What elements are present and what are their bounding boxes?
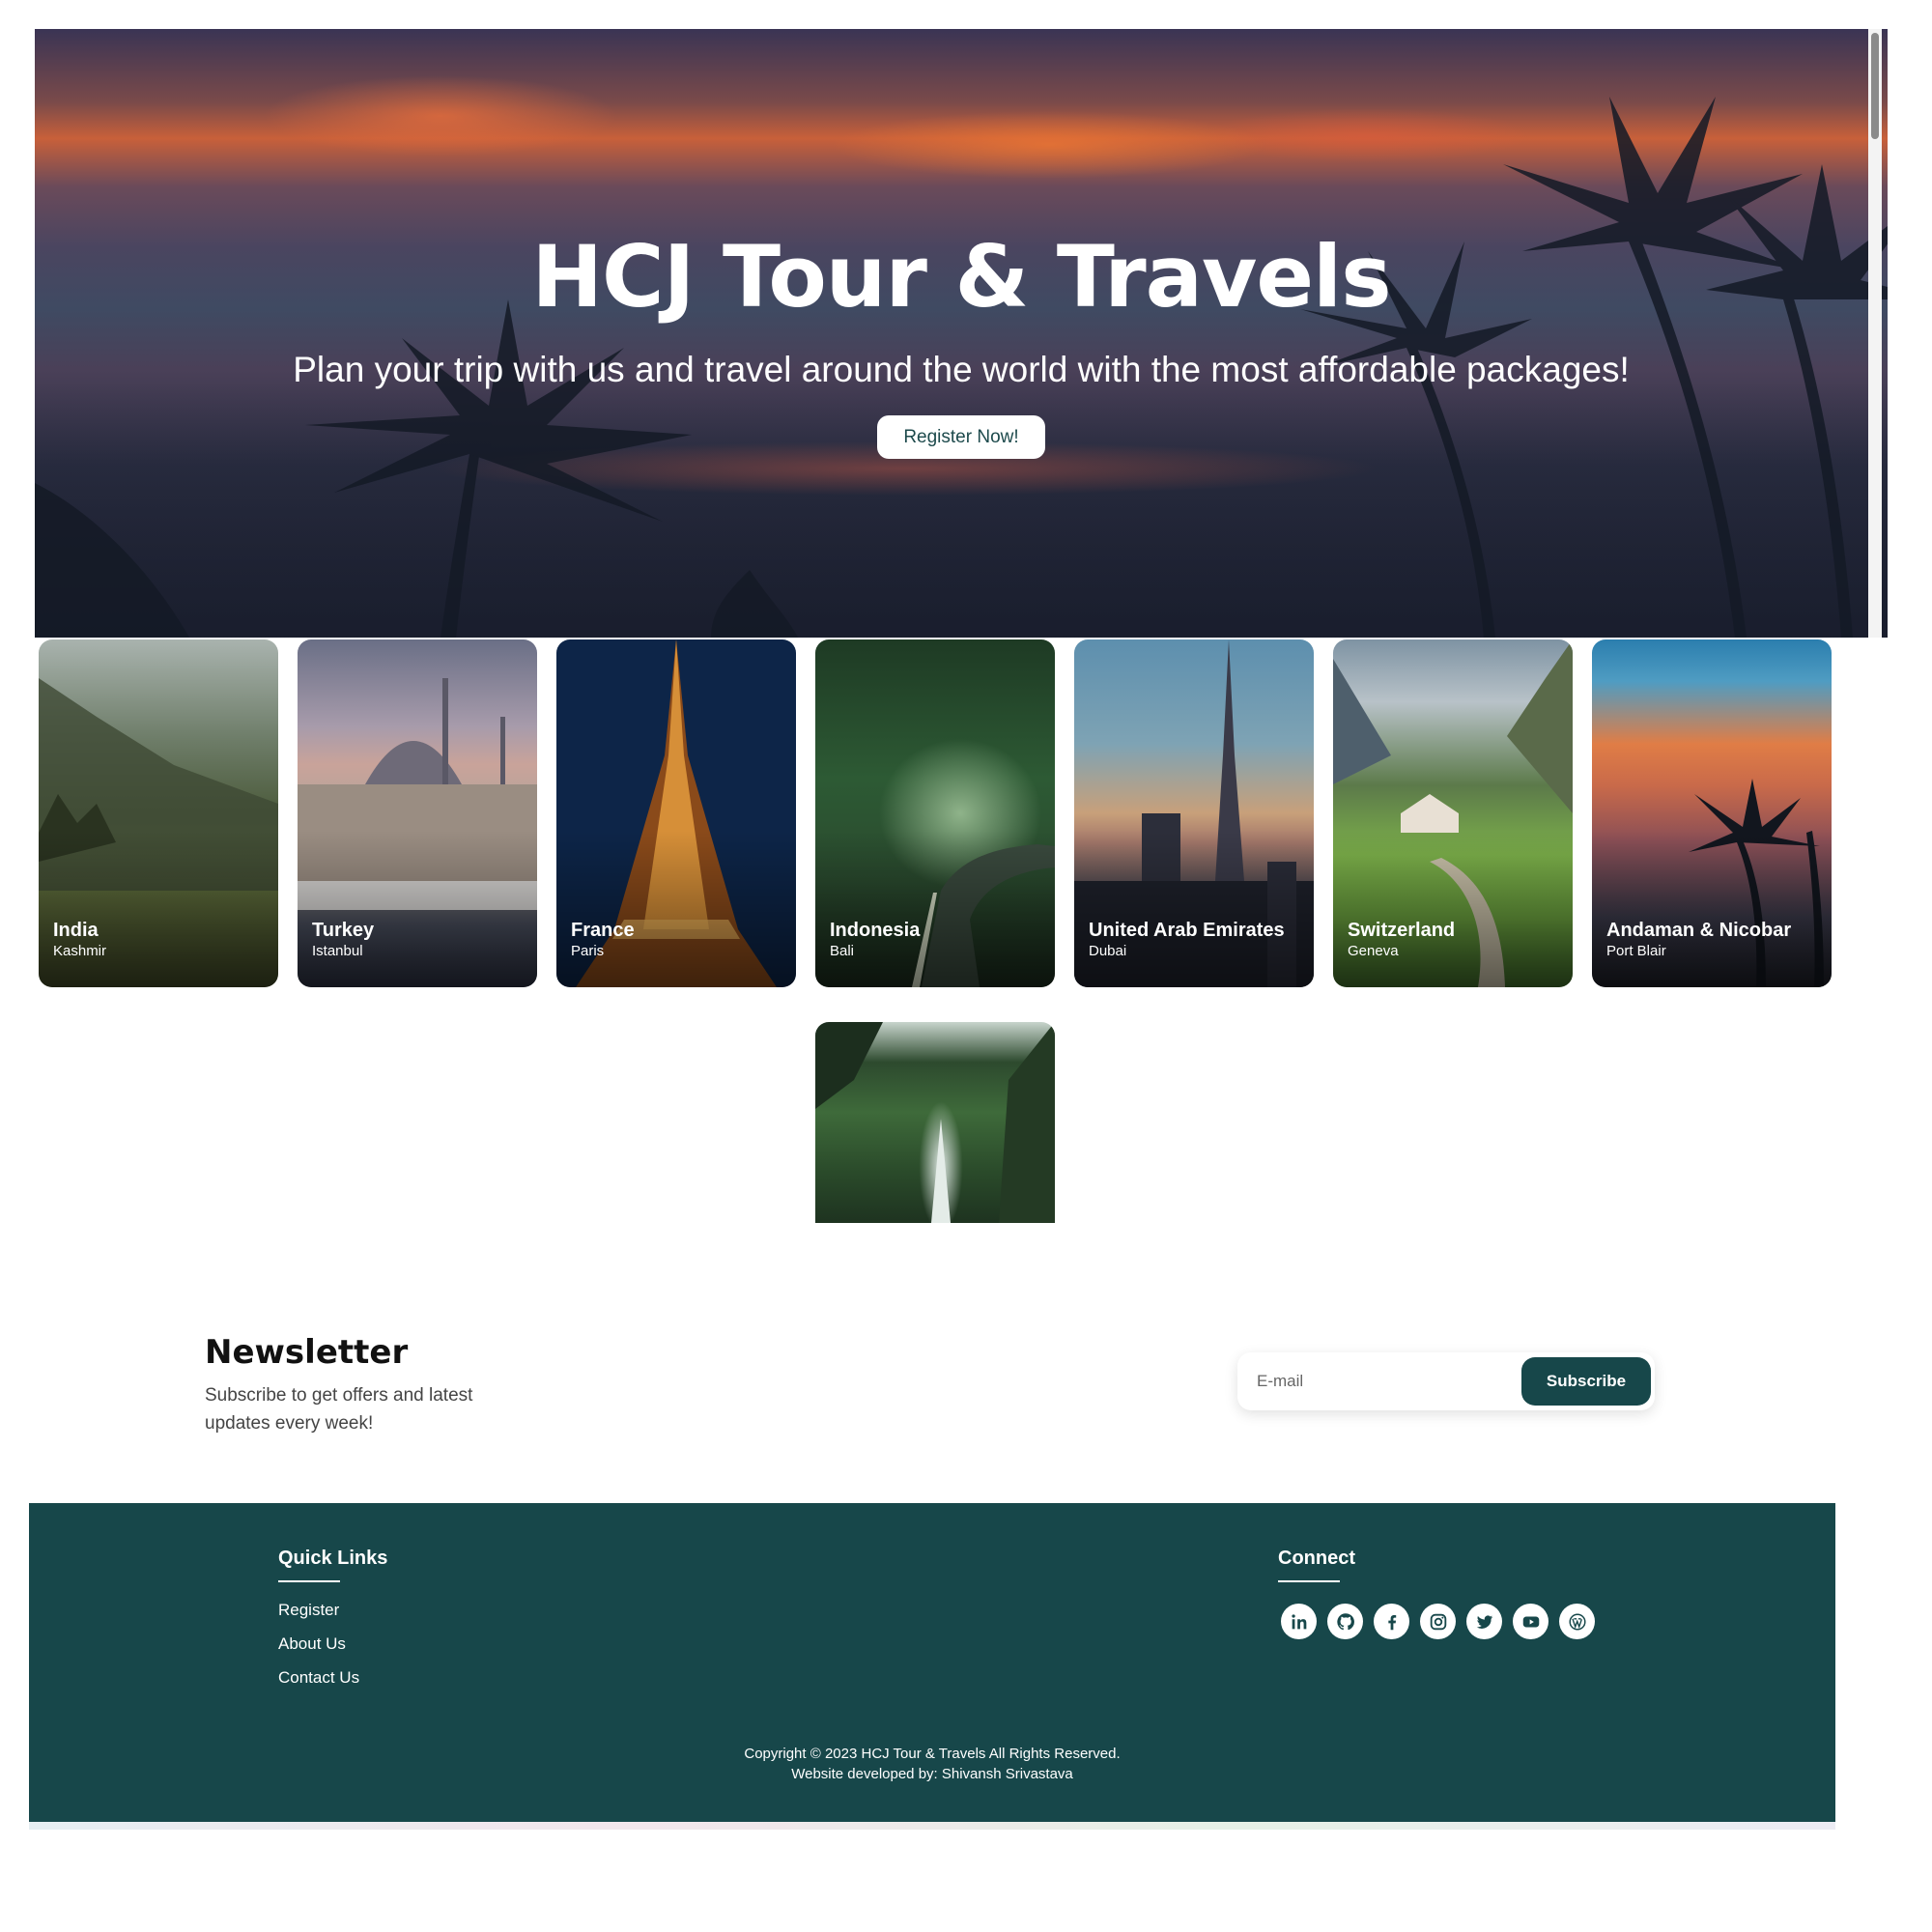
card-country: India: [53, 920, 99, 941]
footer-link-register[interactable]: Register: [278, 1601, 339, 1620]
page-scrollbar[interactable]: [1868, 29, 1882, 638]
card-country: France: [571, 920, 635, 941]
email-input[interactable]: [1257, 1368, 1498, 1395]
destination-card-turkey[interactable]: Turkey Istanbul: [298, 639, 537, 987]
card-country: Switzerland: [1348, 920, 1456, 941]
card-city: Istanbul: [312, 943, 363, 959]
destination-card-india[interactable]: India Kashmir: [39, 639, 278, 987]
hero-palm-silhouettes: [35, 97, 1888, 638]
developer-credit: Website developed by: Shivansh Srivastav…: [791, 1766, 1073, 1782]
newsletter-title: Newsletter: [205, 1333, 409, 1372]
card-city: Bali: [830, 943, 855, 959]
footer-link-about-us[interactable]: About Us: [278, 1634, 346, 1654]
linkedin-icon[interactable]: [1281, 1604, 1317, 1639]
destination-card-waterfall[interactable]: [815, 1022, 1055, 1223]
youtube-icon[interactable]: [1513, 1604, 1548, 1639]
card-city: Port Blair: [1606, 943, 1666, 959]
twitter-icon[interactable]: [1466, 1604, 1502, 1639]
destination-card-indonesia[interactable]: Indonesia Bali: [815, 639, 1055, 987]
instagram-icon[interactable]: [1420, 1604, 1456, 1639]
page: HCJ Tour & Travels Plan your trip with u…: [0, 0, 1932, 1932]
quick-links-heading: Quick Links: [278, 1548, 388, 1582]
subscribe-button[interactable]: Subscribe: [1521, 1357, 1651, 1406]
bottom-strip: [29, 1822, 1835, 1830]
footer-link-contact-us[interactable]: Contact Us: [278, 1668, 359, 1688]
wordpress-icon[interactable]: [1559, 1604, 1595, 1639]
newsletter-description: Subscribe to get offers and latest updat…: [205, 1385, 473, 1434]
destination-card-andaman[interactable]: Andaman & Nicobar Port Blair: [1592, 639, 1832, 987]
register-now-button[interactable]: Register Now!: [877, 415, 1045, 459]
card-city: Kashmir: [53, 943, 107, 959]
card-country: Turkey: [312, 920, 375, 941]
hero-title: HCJ Tour & Travels: [531, 227, 1391, 327]
github-icon[interactable]: [1327, 1604, 1363, 1639]
card-country: United Arab Emirates: [1089, 920, 1285, 941]
card-city: Geneva: [1348, 943, 1399, 959]
facebook-icon[interactable]: [1374, 1604, 1409, 1639]
newsletter-form: Subscribe: [1237, 1352, 1655, 1410]
destination-card-france[interactable]: France Paris: [556, 639, 796, 987]
connect-heading: Connect: [1278, 1548, 1355, 1582]
copyright-text: Copyright © 2023 HCJ Tour & Travels All …: [744, 1746, 1121, 1762]
footer: Quick Links Register About Us Contact Us…: [29, 1503, 1835, 1822]
card-city: Dubai: [1089, 943, 1127, 959]
waterfall-art: [815, 1022, 1055, 1223]
card-city: Paris: [571, 943, 605, 959]
destination-card-uae[interactable]: United Arab Emirates Dubai: [1074, 639, 1314, 987]
hero-banner: HCJ Tour & Travels Plan your trip with u…: [35, 29, 1888, 638]
destination-card-switzerland[interactable]: Switzerland Geneva: [1333, 639, 1573, 987]
hero-subtitle: Plan your trip with us and travel around…: [293, 350, 1630, 389]
card-country: Indonesia: [830, 920, 921, 941]
card-country: Andaman & Nicobar: [1606, 920, 1792, 941]
